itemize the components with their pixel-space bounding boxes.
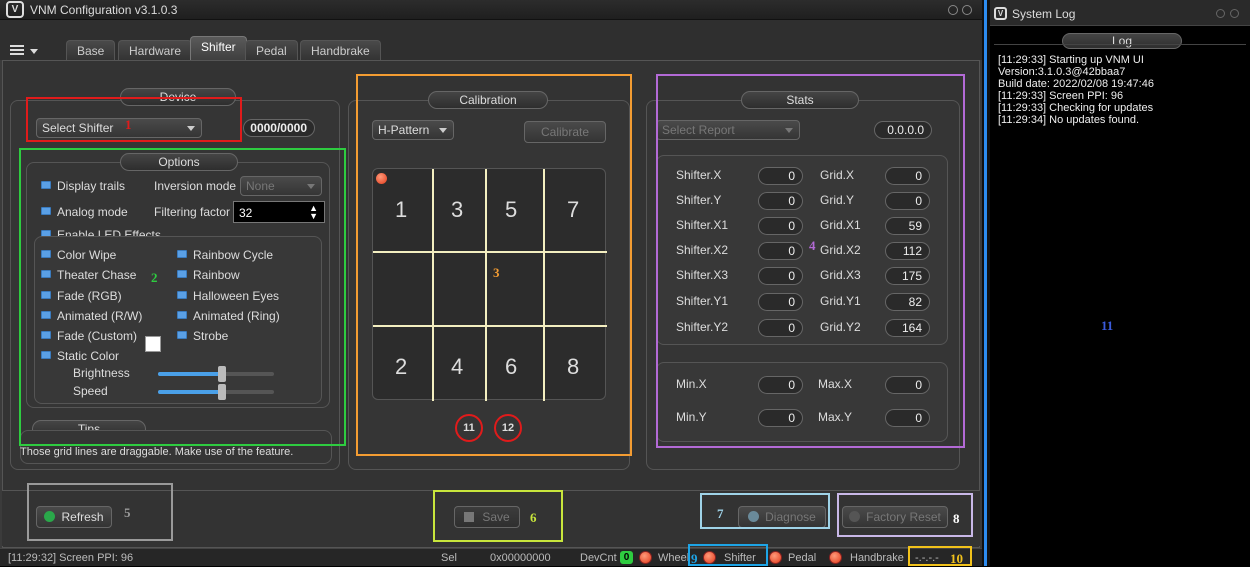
status-led-icon xyxy=(639,551,652,564)
annotation-box-4 xyxy=(656,74,965,448)
minimize-icon[interactable] xyxy=(1216,9,1225,18)
status-address: 0x00000000 xyxy=(490,552,551,564)
status-led-icon xyxy=(829,551,842,564)
annotation-number-10: 10 xyxy=(950,551,963,566)
annotation-number-5: 5 xyxy=(124,505,131,520)
annotation-box-6 xyxy=(433,490,563,542)
menu-dropdown-icon[interactable] xyxy=(30,49,38,54)
devcnt-badge: 0 xyxy=(620,551,633,564)
window-title: VNM Configuration v3.1.0.3 xyxy=(30,3,178,17)
system-log-titlebar: V System Log xyxy=(990,0,1250,26)
system-log-panel: V System Log Log [11:29:33] Starting up … xyxy=(990,0,1250,566)
panel-splitter[interactable] xyxy=(982,0,990,566)
main-window: V VNM Configuration v3.1.0.3 Base Hardwa… xyxy=(0,0,982,566)
minimize-icon[interactable] xyxy=(948,5,958,15)
annotation-number-11: 11 xyxy=(1101,318,1114,333)
menu-icon[interactable] xyxy=(10,45,24,55)
status-handbrake: Handbrake xyxy=(850,552,904,564)
device-id-value: 0000/0000 xyxy=(243,119,315,137)
devcnt-value: 0 xyxy=(623,552,630,563)
status-devcnt: DevCnt xyxy=(580,552,617,564)
app-logo-icon: V xyxy=(6,1,24,18)
annotation-box-5 xyxy=(27,483,173,541)
tab-shifter[interactable]: Shifter xyxy=(190,36,247,61)
annotation-number-6: 6 xyxy=(530,510,537,525)
close-icon[interactable] xyxy=(1230,9,1239,18)
log-text: [11:29:33] Starting up VNM UI Version:3.… xyxy=(998,54,1154,126)
status-bar: [11:29:32] Screen PPI: 96 Sel 0x00000000… xyxy=(0,548,982,566)
status-log-text: [11:29:32] Screen PPI: 96 xyxy=(8,552,134,564)
annotation-number-9: 9 xyxy=(691,551,698,566)
title-bar: V VNM Configuration v3.1.0.3 xyxy=(0,0,982,20)
log-header: Log xyxy=(1062,33,1182,49)
log-rule xyxy=(994,44,1246,45)
status-pedal: Pedal xyxy=(788,552,817,564)
annotation-number-4: 4 xyxy=(809,238,816,253)
annotation-number-2: 2 xyxy=(151,270,158,285)
annotation-number-3: 3 xyxy=(493,265,500,280)
annotation-box-2 xyxy=(19,148,346,446)
tab-pedal[interactable]: Pedal xyxy=(245,40,298,60)
tips-text: Those grid lines are draggable. Make use… xyxy=(20,446,294,458)
system-log-title: System Log xyxy=(1012,7,1076,21)
status-wheel: Wheel xyxy=(658,552,690,564)
status-sel: Sel xyxy=(441,552,457,564)
annotation-number-1: 1 xyxy=(125,117,132,132)
annotation-box-1 xyxy=(26,97,242,142)
annotation-number-8: 8 xyxy=(953,511,960,526)
tab-bar: Base Hardware Shifter Pedal Handbrake xyxy=(0,20,982,61)
splitter-highlight xyxy=(984,0,987,566)
status-led-icon xyxy=(769,551,782,564)
tab-handbrake[interactable]: Handbrake xyxy=(300,40,381,60)
close-icon[interactable] xyxy=(962,5,972,15)
annotation-box-9 xyxy=(688,544,768,566)
tab-hardware[interactable]: Hardware xyxy=(118,40,193,60)
tab-base[interactable]: Base xyxy=(66,40,116,60)
annotation-number-7: 7 xyxy=(717,506,724,521)
app-logo-icon: V xyxy=(994,7,1007,20)
